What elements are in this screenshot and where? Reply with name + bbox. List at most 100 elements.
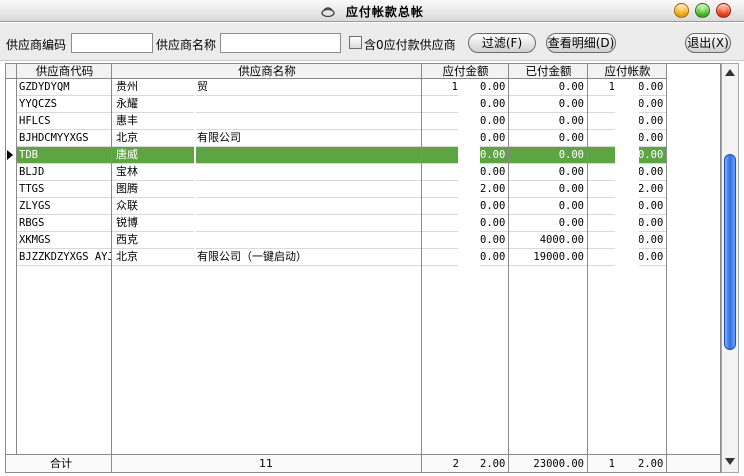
total-balance-lead: 1 (608, 458, 615, 470)
cell-supplier-name: 惠丰 (116, 114, 138, 127)
cell-payable: 0.00 (480, 115, 505, 127)
render-gap (194, 79, 196, 264)
cell-balance-lead (606, 215, 615, 231)
cell-supplier-code: RBGS (19, 217, 45, 229)
include-zero-checkbox[interactable] (349, 36, 362, 49)
cell-payable-lead (448, 147, 458, 163)
cell-supplier-name-tail: 贸 (197, 80, 208, 93)
cell-supplier-code: GZDYDYQM (19, 81, 70, 93)
cell-payable-lead (448, 130, 458, 146)
total-payable-lead: 2 (452, 458, 459, 470)
cell-supplier-code: ZLYGS (19, 200, 51, 212)
cell-balance: 0.00 (638, 81, 663, 93)
header-paid[interactable]: 已付金额 (509, 64, 588, 79)
cell-supplier-name: 锐博 (116, 216, 138, 229)
title-bar[interactable]: 应付帐款总帐 (0, 0, 744, 22)
scroll-up-arrow-icon[interactable] (725, 69, 735, 76)
cell-paid: 0.00 (558, 166, 584, 178)
table-row[interactable]: YYQCZS 永耀 0.00 0.00 0.00 (17, 96, 667, 113)
filter-toolbar: 供应商编码 供应商名称 含0应付款供应商 过滤(F) 查看明细(D) 退出(X) (0, 23, 744, 61)
table-row[interactable]: BLJD 宝林 0.00 0.00 0.00 (17, 164, 667, 181)
supplier-name-label: 供应商名称 (156, 38, 217, 52)
cell-supplier-name-tail (197, 147, 397, 163)
cell-balance-lead: 1 (608, 81, 615, 93)
header-supplier-code[interactable]: 供应商代码 (17, 64, 112, 79)
table-row[interactable]: ZLYGS 众联 0.00 0.00 0.00 (17, 198, 667, 215)
cell-payable: 0.00 (480, 149, 505, 161)
cell-paid: 19000.00 (533, 251, 584, 263)
maximize-button[interactable] (695, 3, 710, 18)
cell-supplier-name-tail (197, 164, 397, 180)
total-paid: 23000.00 (533, 458, 584, 470)
cell-supplier-name-tail (197, 232, 397, 248)
cell-supplier-code: HFLCS (19, 115, 51, 127)
cell-balance-lead (606, 96, 615, 112)
cell-balance: 0.00 (638, 200, 663, 212)
cell-supplier-code: YYQCZS (19, 98, 57, 110)
table-row[interactable]: GZDYDYQM 贵州 贸 1 0.00 0.00 1 0.00 (17, 79, 667, 96)
window-title: 应付帐款总帐 (345, 5, 424, 19)
header-supplier-name[interactable]: 供应商名称 (112, 64, 422, 79)
table-row[interactable]: BJHDCMYYXGS 北京 有限公司 0.00 0.00 0.00 (17, 130, 667, 147)
cell-supplier-name-tail (197, 215, 397, 231)
current-row-marker-icon (7, 150, 13, 160)
cell-supplier-name: 北京 (116, 131, 138, 144)
cell-paid: 0.00 (558, 217, 584, 229)
cell-payable: 0.00 (480, 132, 505, 144)
cell-supplier-code: BJZZKDZYXGS AYJ (19, 251, 111, 263)
cell-supplier-name: 众联 (116, 199, 138, 212)
table-row[interactable]: HFLCS 惠丰 0.00 0.00 0.00 (17, 113, 667, 130)
cell-supplier-name: 唐威 (116, 148, 138, 161)
cell-supplier-name-tail (197, 96, 397, 112)
cell-payable: 0.00 (480, 234, 505, 246)
supplier-name-input[interactable] (220, 33, 341, 53)
scroll-thumb[interactable] (724, 154, 736, 350)
close-button[interactable] (716, 3, 731, 18)
scroll-down-arrow-icon[interactable] (725, 458, 735, 465)
cell-balance: 0.00 (638, 217, 663, 229)
header-payable[interactable]: 应付金额 (422, 64, 509, 79)
supplier-code-input[interactable] (71, 33, 153, 53)
cell-balance: 0.00 (638, 98, 663, 110)
cell-payable: 0.00 (480, 166, 505, 178)
table-row[interactable]: TDB 唐威 0.00 0.00 0.00 (17, 147, 667, 164)
cell-balance-lead (606, 113, 615, 129)
cell-payable: 2.00 (480, 183, 505, 195)
cell-paid: 0.00 (558, 115, 584, 127)
cell-payable-lead (448, 249, 458, 265)
cell-balance-lead (606, 249, 615, 265)
column-separator (111, 455, 112, 472)
cell-paid: 0.00 (558, 81, 584, 93)
cell-balance: 0.00 (638, 251, 663, 263)
exit-button[interactable]: 退出(X) (685, 33, 731, 53)
ledger-grid[interactable]: 供应商代码 供应商名称 应付金额 已付金额 应付帐款 GZDYDYQM 贵州 贸 1 0… (5, 63, 721, 473)
column-separator (587, 455, 588, 472)
table-row[interactable]: TTGS 图腾 2.00 0.00 2.00 (17, 181, 667, 198)
minimize-button[interactable] (674, 3, 689, 18)
total-balance: 2.00 (638, 458, 663, 470)
cell-supplier-code: BJHDCMYYXGS (19, 132, 89, 144)
table-row[interactable]: BJZZKDZYXGS AYJ 北京 有限公司（一键启动） 0.00 19000.00 0… (17, 249, 667, 266)
vertical-scrollbar[interactable] (721, 63, 739, 473)
supplier-code-label: 供应商编码 (6, 38, 67, 52)
render-gap (458, 79, 480, 269)
filter-button[interactable]: 过滤(F) (468, 33, 536, 53)
column-separator (508, 455, 509, 472)
header-balance[interactable]: 应付帐款 (588, 64, 667, 79)
table-row[interactable]: RBGS 锐博 0.00 0.00 0.00 (17, 215, 667, 232)
cell-paid: 0.00 (558, 183, 584, 195)
column-separator (421, 64, 422, 454)
total-count: 11 (259, 457, 273, 470)
cell-payable-lead (448, 164, 458, 180)
cell-supplier-name: 西克 (116, 233, 138, 246)
view-detail-button[interactable]: 查看明细(D) (546, 33, 616, 53)
cell-paid: 0.00 (558, 149, 584, 161)
cell-supplier-name: 贵州 (116, 80, 138, 93)
table-row[interactable]: XKMGS 西克 0.00 4000.00 0.00 (17, 232, 667, 249)
cell-payable-lead (448, 198, 458, 214)
cell-balance-lead (606, 164, 615, 180)
column-separator (508, 64, 509, 454)
column-separator (587, 64, 588, 454)
cell-payable-lead: 1 (451, 81, 458, 93)
cell-balance-lead (606, 198, 615, 214)
